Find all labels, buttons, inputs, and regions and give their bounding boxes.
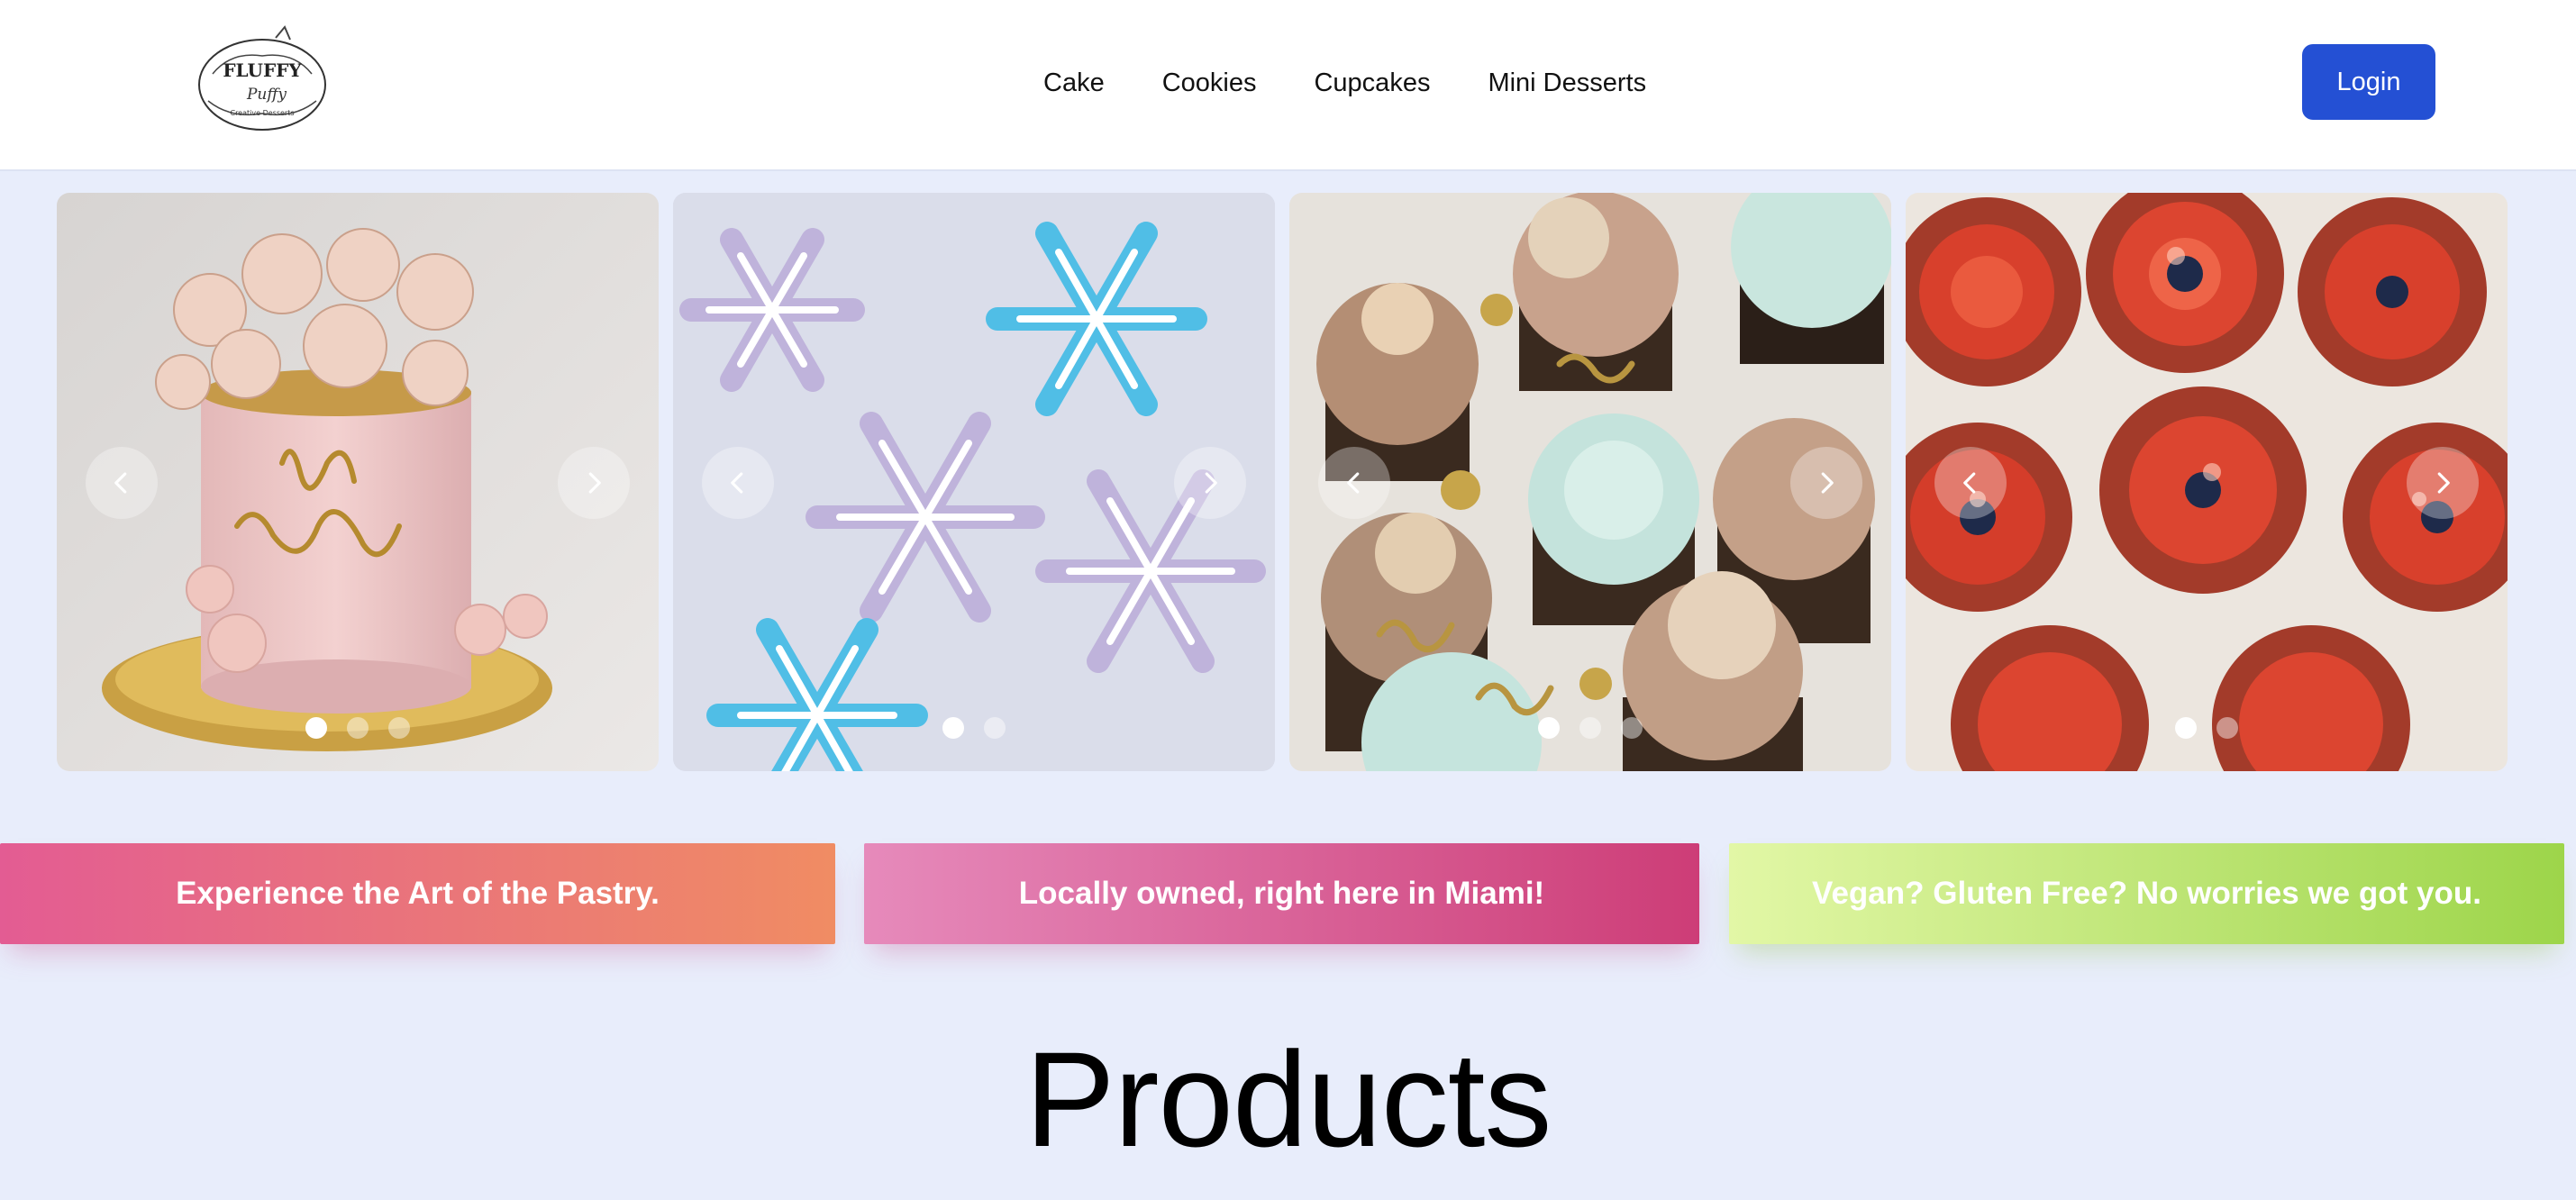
chevron-right-icon	[588, 472, 601, 494]
products-heading: Products	[1024, 1023, 1552, 1175]
feature-banner-art: Experience the Art of the Pastry.	[0, 843, 835, 944]
carousel-next-button[interactable]	[1174, 447, 1246, 519]
fluffy-puffy-logo[interactable]: FLUFFY Puffy Creative Desserts	[195, 20, 330, 137]
carousel-cupcakes	[1289, 193, 1891, 771]
chevron-left-icon	[1347, 472, 1360, 494]
carousel-next-button[interactable]	[558, 447, 630, 519]
chevron-right-icon	[1821, 472, 1834, 494]
carousel-dot[interactable]	[2216, 717, 2238, 739]
nav-link-cookies[interactable]: Cookies	[1162, 68, 1257, 98]
carousel-indicators	[1289, 717, 1891, 739]
chevron-left-icon	[731, 472, 743, 494]
carousel-dot[interactable]	[347, 717, 369, 739]
svg-text:Creative Desserts: Creative Desserts	[230, 109, 294, 117]
carousel-mini-desserts	[1906, 193, 2508, 771]
carousel-dot[interactable]	[1538, 717, 1560, 739]
carousel-cookies	[673, 193, 1275, 771]
carousel-prev-button[interactable]	[702, 447, 774, 519]
carousel-indicators	[57, 717, 659, 739]
carousel-dot[interactable]	[305, 717, 327, 739]
carousel-indicators	[673, 717, 1275, 739]
carousel-prev-button[interactable]	[1934, 447, 2007, 519]
carousel-dot[interactable]	[942, 717, 964, 739]
carousel-indicators	[1906, 717, 2508, 739]
feature-banner-local: Locally owned, right here in Miami!	[864, 843, 1699, 944]
chevron-right-icon	[2437, 472, 2450, 494]
carousel-prev-button[interactable]	[86, 447, 158, 519]
chevron-left-icon	[1963, 472, 1976, 494]
main-nav: Cake Cookies Cupcakes Mini Desserts	[1043, 63, 1646, 103]
feature-banner-vegan: Vegan? Gluten Free? No worries we got yo…	[1729, 843, 2564, 944]
carousel-dot[interactable]	[388, 717, 410, 739]
carousel-next-button[interactable]	[2407, 447, 2479, 519]
carousel-prev-button[interactable]	[1318, 447, 1390, 519]
carousel-cake	[57, 193, 659, 771]
site-header: FLUFFY Puffy Creative Desserts Cake Cook…	[0, 0, 2576, 171]
chevron-left-icon	[114, 472, 127, 494]
nav-link-mini-desserts[interactable]: Mini Desserts	[1488, 68, 1646, 98]
carousel-dot[interactable]	[2175, 717, 2197, 739]
carousel-dot[interactable]	[1579, 717, 1601, 739]
svg-text:FLUFFY: FLUFFY	[223, 59, 302, 81]
svg-text:Puffy: Puffy	[246, 86, 287, 104]
chevron-right-icon	[1205, 472, 1217, 494]
carousel-next-button[interactable]	[1790, 447, 1862, 519]
nav-link-cupcakes[interactable]: Cupcakes	[1314, 68, 1430, 98]
carousel-dot[interactable]	[984, 717, 1006, 739]
login-button[interactable]: Login	[2302, 44, 2435, 120]
carousel-dot[interactable]	[1621, 717, 1643, 739]
logo-mark: FLUFFY Puffy Creative Desserts	[198, 25, 326, 131]
nav-link-cake[interactable]: Cake	[1043, 68, 1105, 98]
